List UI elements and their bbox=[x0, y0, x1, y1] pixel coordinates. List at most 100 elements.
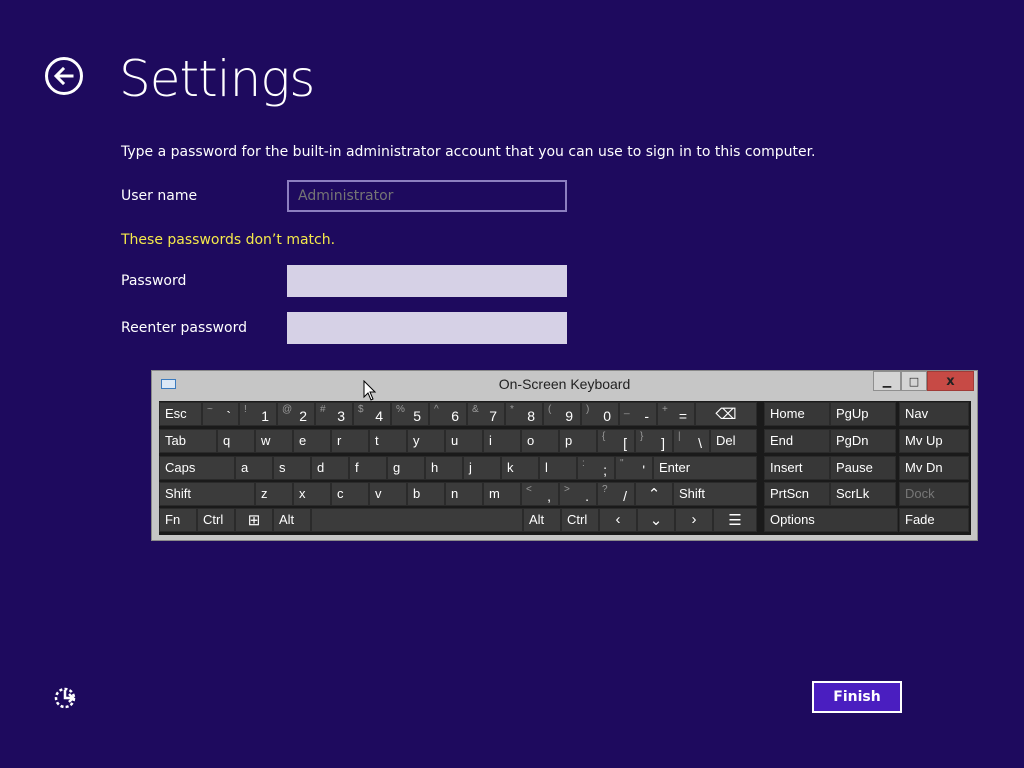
key-scrlk[interactable]: ScrLk bbox=[830, 482, 896, 506]
minimize-button[interactable]: ▁ bbox=[873, 371, 901, 391]
key-f[interactable]: f bbox=[349, 456, 387, 480]
key-key[interactable]: ~ ` bbox=[202, 402, 239, 426]
key-s[interactable]: s bbox=[273, 456, 311, 480]
osk-titlebar[interactable]: On-Screen Keyboard ▁ □ x bbox=[152, 371, 977, 399]
key-arrow-up-icon[interactable]: ⌃ bbox=[635, 482, 673, 506]
key-6[interactable]: ^ 6 bbox=[429, 402, 467, 426]
key-y[interactable]: y bbox=[407, 429, 445, 453]
key-3[interactable]: #3 bbox=[315, 402, 353, 426]
key-pgdn[interactable]: PgDn bbox=[830, 429, 896, 453]
key-key-primary-label: ' bbox=[642, 462, 645, 478]
key-arrow-left-icon[interactable]: ‹ bbox=[599, 508, 637, 532]
key-i[interactable]: i bbox=[483, 429, 521, 453]
key-key[interactable]: }] bbox=[635, 429, 673, 453]
key-6-primary-label: 6 bbox=[451, 408, 459, 424]
key-ctrl[interactable]: Ctrl bbox=[197, 508, 235, 532]
key-v[interactable]: v bbox=[369, 482, 407, 506]
key-e[interactable]: e bbox=[293, 429, 331, 453]
key-key[interactable]: {[ bbox=[597, 429, 635, 453]
key-insert[interactable]: Insert bbox=[764, 456, 830, 480]
key-fade[interactable]: Fade bbox=[899, 508, 969, 532]
key-key[interactable]: " ' bbox=[615, 456, 653, 480]
key-g[interactable]: g bbox=[387, 456, 425, 480]
key-a[interactable]: a bbox=[235, 456, 273, 480]
key-7[interactable]: & 7 bbox=[467, 402, 505, 426]
key-nav[interactable]: Nav bbox=[899, 402, 969, 426]
key-q[interactable]: q bbox=[217, 429, 255, 453]
mouse-cursor-icon bbox=[363, 380, 377, 401]
key-arrow-down-icon[interactable]: ⌄ bbox=[637, 508, 675, 532]
key-shift[interactable]: Shift bbox=[673, 482, 757, 506]
key-key[interactable]: ? / bbox=[597, 482, 635, 506]
key-arrow-right-icon[interactable]: › bbox=[675, 508, 713, 532]
maximize-button[interactable]: □ bbox=[901, 371, 927, 391]
key-enter[interactable]: Enter bbox=[653, 456, 757, 480]
key-d[interactable]: d bbox=[311, 456, 349, 480]
key-home[interactable]: Home bbox=[764, 402, 830, 426]
key-m[interactable]: m bbox=[483, 482, 521, 506]
key-8-shift-label: * bbox=[510, 404, 514, 415]
key-alt[interactable]: Alt bbox=[273, 508, 311, 532]
ease-of-access-icon[interactable] bbox=[52, 684, 80, 712]
key-caps[interactable]: Caps bbox=[159, 456, 235, 480]
key-9[interactable]: (9 bbox=[543, 402, 581, 426]
key-z[interactable]: z bbox=[255, 482, 293, 506]
key-3-primary-label: 3 bbox=[337, 408, 345, 424]
key-o[interactable]: o bbox=[521, 429, 559, 453]
key-backspace-icon[interactable]: ⌫ bbox=[695, 402, 757, 426]
close-button[interactable]: x bbox=[927, 371, 974, 391]
key-t[interactable]: t bbox=[369, 429, 407, 453]
key-key-primary-label: - bbox=[644, 408, 649, 424]
key-prtscn[interactable]: PrtScn bbox=[764, 482, 830, 506]
key-1[interactable]: ! 1 bbox=[239, 402, 277, 426]
key-4[interactable]: $4 bbox=[353, 402, 391, 426]
key-pause[interactable]: Pause bbox=[830, 456, 896, 480]
key-b[interactable]: b bbox=[407, 482, 445, 506]
key-l[interactable]: l bbox=[539, 456, 577, 480]
key-tab[interactable]: Tab bbox=[159, 429, 217, 453]
key-p[interactable]: p bbox=[559, 429, 597, 453]
key-key[interactable]: >. bbox=[559, 482, 597, 506]
key-key[interactable]: <, bbox=[521, 482, 559, 506]
key-backslash[interactable]: | \ bbox=[673, 429, 710, 453]
key-k[interactable]: k bbox=[501, 456, 539, 480]
finish-button[interactable]: Finish bbox=[812, 681, 902, 713]
key-5[interactable]: % 5 bbox=[391, 402, 429, 426]
key-h[interactable]: h bbox=[425, 456, 463, 480]
reenter-password-input[interactable] bbox=[287, 312, 567, 344]
key-pgup[interactable]: PgUp bbox=[830, 402, 896, 426]
key-space[interactable] bbox=[311, 508, 523, 532]
key-esc[interactable]: Esc bbox=[159, 402, 202, 426]
key-4-shift-label: $ bbox=[358, 404, 364, 415]
key-key[interactable]: + = bbox=[657, 402, 695, 426]
key-mv-up[interactable]: Mv Up bbox=[899, 429, 969, 453]
key-context-menu-icon[interactable]: ☰ bbox=[713, 508, 757, 532]
key-key[interactable]: _ - bbox=[619, 402, 657, 426]
key-j[interactable]: j bbox=[463, 456, 501, 480]
key-del[interactable]: Del bbox=[710, 429, 757, 453]
key-8[interactable]: * 8 bbox=[505, 402, 543, 426]
key-shift[interactable]: Shift bbox=[159, 482, 255, 506]
key-n[interactable]: n bbox=[445, 482, 483, 506]
key-w[interactable]: w bbox=[255, 429, 293, 453]
key-options[interactable]: Options bbox=[764, 508, 898, 532]
key-end[interactable]: End bbox=[764, 429, 830, 453]
key-0[interactable]: ) 0 bbox=[581, 402, 619, 426]
key-mv-dn[interactable]: Mv Dn bbox=[899, 456, 969, 480]
back-button[interactable] bbox=[45, 57, 83, 95]
password-label: Password bbox=[121, 273, 187, 289]
key-windows-logo-icon[interactable]: ⊞ bbox=[235, 508, 273, 532]
key-c[interactable]: c bbox=[331, 482, 369, 506]
username-input[interactable] bbox=[287, 180, 567, 212]
password-input[interactable] bbox=[287, 265, 567, 297]
key-2[interactable]: @2 bbox=[277, 402, 315, 426]
key-fn[interactable]: Fn bbox=[159, 508, 197, 532]
key-key-primary-label: / bbox=[623, 488, 627, 504]
key-ctrl[interactable]: Ctrl bbox=[561, 508, 599, 532]
key-key[interactable]: :; bbox=[577, 456, 615, 480]
key-x[interactable]: x bbox=[293, 482, 331, 506]
key-u[interactable]: u bbox=[445, 429, 483, 453]
key-5-primary-label: 5 bbox=[413, 408, 421, 424]
key-r[interactable]: r bbox=[331, 429, 369, 453]
key-alt[interactable]: Alt bbox=[523, 508, 561, 532]
